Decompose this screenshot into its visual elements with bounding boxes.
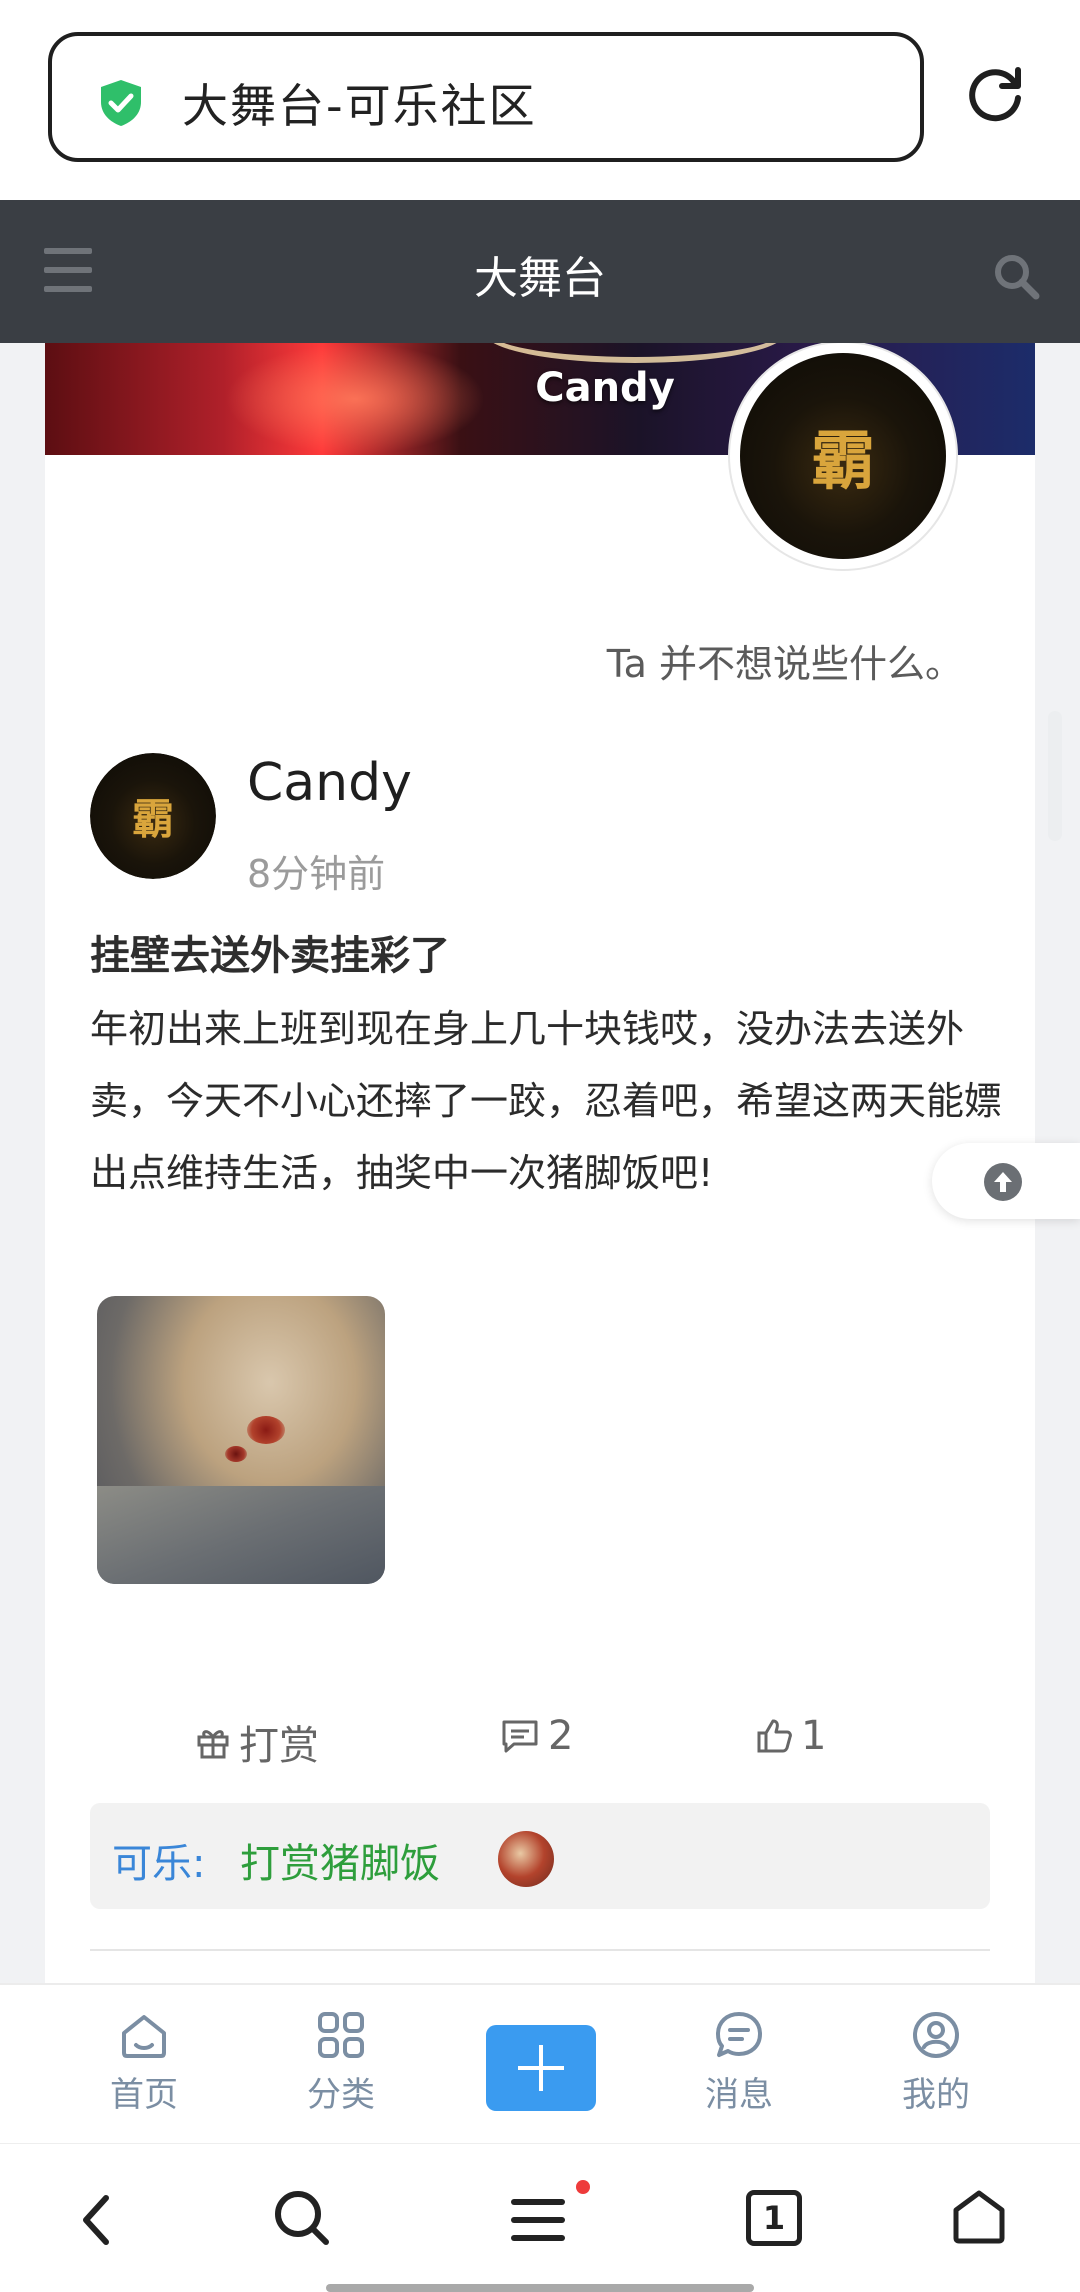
address-bar[interactable]: 大舞台-可乐社区 xyxy=(48,32,924,162)
like-count: 1 xyxy=(801,1713,827,1759)
post-title[interactable]: 挂壁去送外卖挂彩了 xyxy=(90,923,450,981)
browser-search-icon[interactable] xyxy=(272,2188,332,2248)
profile-icon xyxy=(913,2012,959,2058)
profile-avatar[interactable]: 霸 xyxy=(730,343,956,569)
post-body: 年初出来上班到现在身上几十块钱哎，没办法去送外卖，今天不小心还摔了一跤，忍着吧，… xyxy=(90,1007,1003,1195)
post-image[interactable] xyxy=(97,1296,385,1584)
reward-button[interactable]: 打赏 xyxy=(195,1713,319,1771)
nav-home-label: 首页 xyxy=(110,2075,178,2115)
app-header: 大舞台 xyxy=(0,200,1080,343)
divider xyxy=(90,1949,990,1951)
page-title: 大舞台 xyxy=(474,253,606,304)
like-button[interactable]: 1 xyxy=(755,1713,826,1759)
post-author-name[interactable]: Candy xyxy=(247,753,412,813)
nav-category[interactable]: 分类 xyxy=(271,2009,411,2116)
profile-card: Candy 霸 Ta 并不想说些什么。 霸 Candy 8分钟前 挂壁去送外卖挂… xyxy=(45,343,1035,1983)
reward-text: 打赏猪脚饭 xyxy=(240,1841,440,1887)
message-icon xyxy=(716,2012,762,2057)
nav-profile-label: 我的 xyxy=(902,2075,970,2115)
search-icon[interactable] xyxy=(992,252,1040,300)
secure-shield-icon xyxy=(101,80,141,126)
home-icon xyxy=(122,2015,166,2058)
back-icon[interactable] xyxy=(78,2192,118,2248)
reward-gift-icon xyxy=(498,1831,554,1887)
nav-profile[interactable]: 我的 xyxy=(866,2009,1006,2116)
back-to-top-button[interactable] xyxy=(932,1143,1080,1219)
browser-address-area: 大舞台-可乐社区 xyxy=(0,0,1080,200)
content-area: Candy 霸 Ta 并不想说些什么。 霸 Candy 8分钟前 挂壁去送外卖挂… xyxy=(0,343,1080,1983)
reward-comment: 可乐: 打赏猪脚饭 xyxy=(90,1803,990,1909)
browser-bottom-bar: 1 xyxy=(0,2143,1080,2292)
gift-icon xyxy=(197,1730,229,1759)
home-indicator[interactable] xyxy=(326,2284,754,2292)
nav-messages[interactable]: 消息 xyxy=(669,2009,809,2116)
reward-username[interactable]: 可乐: xyxy=(112,1831,205,1889)
profile-bio: Ta 并不想说些什么。 xyxy=(606,642,963,686)
address-text: 大舞台-可乐社区 xyxy=(182,79,537,133)
browser-home-icon[interactable] xyxy=(950,2188,1008,2246)
reload-icon[interactable] xyxy=(964,64,1026,126)
comment-count: 2 xyxy=(548,1713,574,1759)
nav-home[interactable]: 首页 xyxy=(74,2009,214,2116)
scrollbar[interactable] xyxy=(1048,711,1062,841)
nav-messages-label: 消息 xyxy=(705,2075,773,2115)
post-timestamp: 8分钟前 xyxy=(247,852,386,896)
post-actions: 打赏 2 1 xyxy=(45,1713,1035,1773)
nav-category-label: 分类 xyxy=(307,2075,375,2115)
reward-label: 打赏 xyxy=(239,1723,319,1769)
post-author-avatar[interactable]: 霸 xyxy=(90,753,216,879)
tab-count: 1 xyxy=(762,2199,786,2237)
browser-menu-icon[interactable] xyxy=(510,2196,566,2244)
new-post-button[interactable] xyxy=(486,2025,596,2111)
notification-dot xyxy=(576,2180,590,2194)
app-bottom-nav: 首页 分类 消息 我的 xyxy=(0,1983,1080,2143)
thumbs-up-icon xyxy=(757,1719,792,1753)
arrow-up-icon xyxy=(984,1163,1022,1201)
comment-button[interactable]: 2 xyxy=(500,1713,573,1759)
tabs-button[interactable]: 1 xyxy=(746,2190,802,2246)
comment-icon xyxy=(502,1720,538,1753)
grid-icon xyxy=(318,2012,364,2058)
